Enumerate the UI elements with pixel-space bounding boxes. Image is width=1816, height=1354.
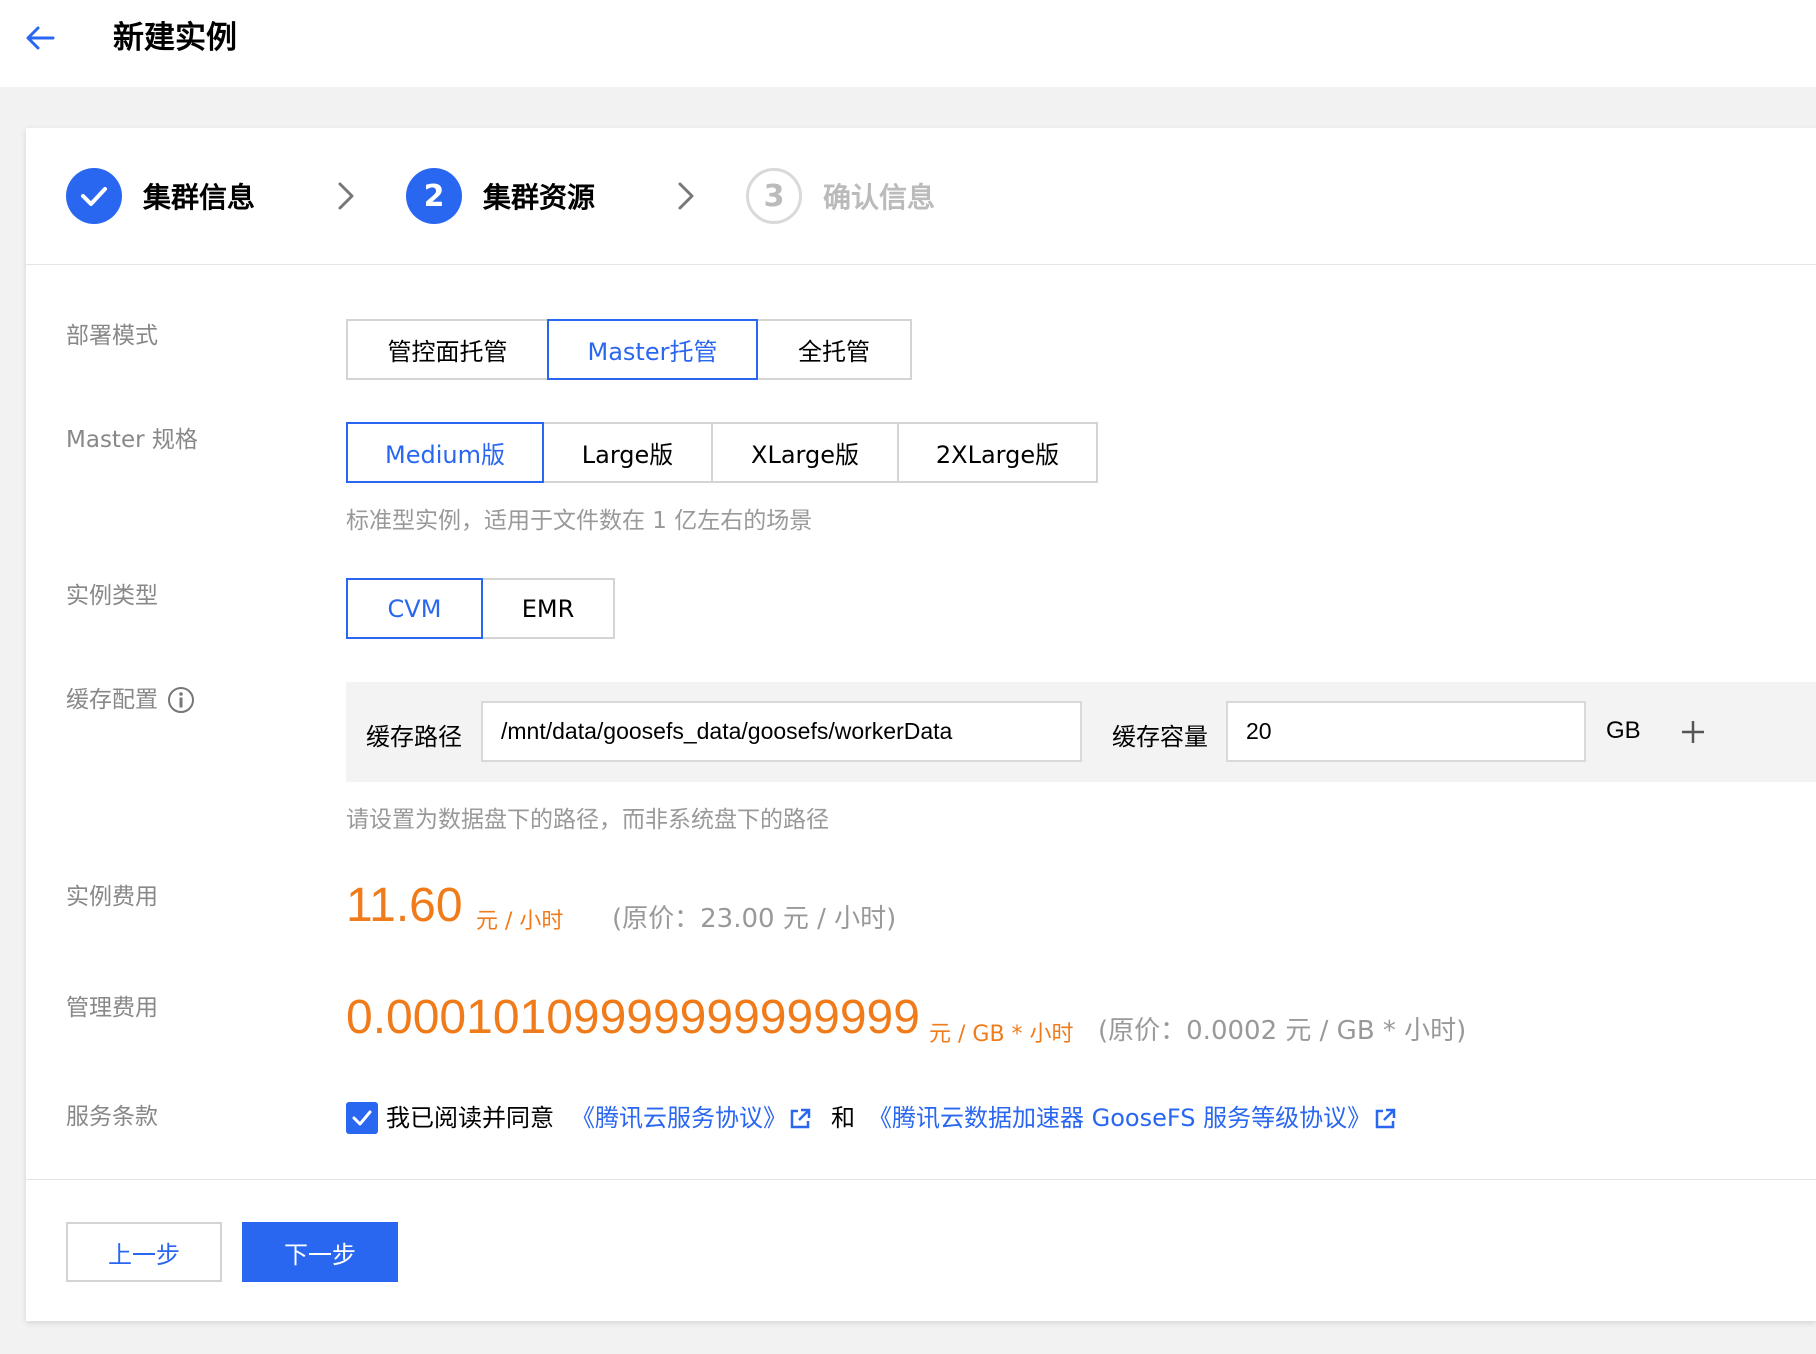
step-label: 确认信息 [823, 181, 936, 214]
master-spec-selector: Medium版 Large版 XLarge版 2XLarge版 [346, 422, 1098, 483]
deploy-mode-label: 部署模式 [66, 323, 158, 349]
external-link-icon[interactable] [788, 1107, 812, 1131]
step-indicator: 集群信息 2 集群资源 3 确认信息 [26, 128, 1816, 265]
deploy-mode-selector: 管控面托管 Master托管 全托管 [346, 319, 912, 380]
instance-fee-price: 11.60 [346, 879, 463, 932]
step-number-circle: 3 [746, 168, 802, 224]
step-number-circle: 2 [406, 168, 462, 224]
chevron-right-icon [678, 182, 694, 210]
step-label: 集群信息 [143, 181, 256, 214]
plus-icon[interactable] [1680, 719, 1706, 745]
cache-config-hint: 请设置为数据盘下的路径，而非系统盘下的路径 [346, 807, 829, 833]
step-cluster-info: 集群信息 [66, 167, 255, 225]
check-icon [81, 187, 107, 206]
service-agreement-link[interactable]: 《腾讯云服务协议》 [571, 1102, 787, 1134]
step-confirm-info: 3 确认信息 [746, 167, 935, 225]
master-spec-option[interactable]: XLarge版 [711, 422, 899, 483]
cache-path-label: 缓存路径 [366, 723, 462, 751]
management-fee-unit: 元 / GB * 小时 [929, 1022, 1074, 1047]
terms-agree-text: 我已阅读并同意 [386, 1104, 554, 1132]
step-done-circle [66, 168, 122, 224]
step-label: 集群资源 [483, 181, 596, 214]
deploy-mode-option[interactable]: Master托管 [547, 319, 758, 380]
external-link-icon[interactable] [1373, 1107, 1397, 1131]
page-header: 新建实例 [0, 0, 1816, 87]
page-title: 新建实例 [113, 20, 237, 56]
prev-step-button[interactable]: 上一步 [66, 1222, 222, 1282]
master-spec-option[interactable]: Medium版 [346, 422, 544, 483]
chevron-right-icon [338, 182, 354, 210]
management-fee-price: 0.00010109999999999999 [346, 991, 920, 1044]
back-button[interactable] [20, 18, 60, 58]
master-spec-option[interactable]: Large版 [542, 422, 713, 483]
terms-label: 服务条款 [66, 1104, 158, 1130]
instance-type-option[interactable]: CVM [346, 578, 483, 639]
master-spec-hint: 标准型实例，适用于文件数在 1 亿左右的场景 [346, 508, 813, 534]
deploy-mode-option[interactable]: 全托管 [756, 319, 912, 380]
instance-fee-unit: 元 / 小时 [476, 909, 564, 934]
cache-config-panel: 缓存路径 /mnt/data/goosefs_data/goosefs/work… [346, 682, 1816, 782]
cache-capacity-input[interactable]: 20 [1226, 701, 1586, 762]
terms-checkbox[interactable] [346, 1102, 378, 1134]
terms-and-text: 和 [831, 1104, 855, 1132]
management-fee-label: 管理费用 [66, 995, 158, 1021]
management-fee-original: (原价：0.0002 元 / GB * 小时) [1098, 1016, 1467, 1046]
instance-type-option[interactable]: EMR [481, 578, 615, 639]
cache-config-label: 缓存配置 [66, 684, 196, 716]
check-icon [352, 1110, 372, 1126]
cache-capacity-label: 缓存容量 [1112, 723, 1208, 751]
instance-type-selector: CVM EMR [346, 578, 615, 639]
footer-divider [26, 1179, 1816, 1180]
instance-fee-label: 实例费用 [66, 884, 158, 910]
form-card: 集群信息 2 集群资源 3 确认信息 部署模式 管控面托管 Master托管 全… [26, 128, 1816, 1321]
master-spec-option[interactable]: 2XLarge版 [897, 422, 1098, 483]
instance-fee-original: (原价：23.00 元 / 小时) [612, 904, 897, 934]
next-step-button[interactable]: 下一步 [242, 1222, 398, 1282]
info-icon[interactable] [166, 685, 196, 715]
cache-config-label-text: 缓存配置 [66, 687, 158, 713]
master-spec-label: Master 规格 [66, 427, 198, 453]
deploy-mode-option[interactable]: 管控面托管 [346, 319, 549, 380]
cache-capacity-unit: GB [1606, 717, 1641, 744]
sla-agreement-link[interactable]: 《腾讯云数据加速器 GooseFS 服务等级协议》 [868, 1102, 1371, 1134]
arrow-left-icon [26, 26, 55, 50]
step-cluster-resource: 2 集群资源 [406, 167, 595, 225]
instance-type-label: 实例类型 [66, 583, 158, 609]
cache-path-input[interactable]: /mnt/data/goosefs_data/goosefs/workerDat… [481, 701, 1082, 762]
